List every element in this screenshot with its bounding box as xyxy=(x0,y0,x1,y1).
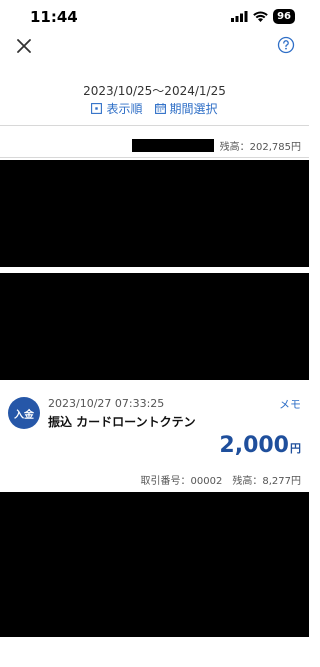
signal-icon xyxy=(231,11,248,22)
sort-order-label: 表示順 xyxy=(106,102,143,116)
period-select-button[interactable]: 期間選択 xyxy=(154,100,218,117)
transaction-meta: 取引番号：00002 残高：8,277円 xyxy=(141,472,301,487)
sort-order-button[interactable]: 表示順 xyxy=(91,100,143,117)
redacted-transaction xyxy=(0,273,309,380)
calendar-icon xyxy=(154,103,166,114)
redacted-account xyxy=(131,139,214,152)
amount-currency: 円 xyxy=(290,442,301,455)
filter-controls: 表示順 期間選択 xyxy=(0,100,309,117)
close-icon xyxy=(17,39,31,53)
status-icons: 96 xyxy=(231,9,295,24)
deposit-badge: 入金 xyxy=(8,397,40,429)
divider xyxy=(0,125,309,126)
transaction-amount: 2,000 円 xyxy=(219,433,301,458)
transaction-description: 振込 カードローントクテン xyxy=(48,415,196,429)
amount-value: 2,000 xyxy=(219,433,289,458)
help-icon xyxy=(277,36,295,54)
transaction-datetime: 2023/10/27 07:33:25 xyxy=(48,397,165,410)
wifi-icon xyxy=(253,11,268,22)
balance-label: 残高： xyxy=(219,142,250,153)
redacted-transaction xyxy=(0,492,309,637)
close-button[interactable] xyxy=(12,34,36,58)
period-select-label: 期間選択 xyxy=(169,102,218,116)
memo-link[interactable]: メモ xyxy=(279,396,301,412)
battery-indicator: 96 xyxy=(273,9,295,24)
status-time: 11:44 xyxy=(30,8,78,26)
redacted-transaction xyxy=(0,160,309,267)
transaction-number: 取引番号：00002 xyxy=(140,476,223,487)
transaction-balance: 残高：8,277円 xyxy=(232,472,301,487)
sort-icon xyxy=(91,103,103,114)
balance-summary: 残高： 202,785円 xyxy=(131,138,301,153)
balance-value: 202,785円 xyxy=(249,142,301,153)
transaction-balance-label: 残高： xyxy=(232,476,263,487)
help-button[interactable] xyxy=(277,36,297,56)
divider xyxy=(0,157,309,158)
transaction-balance-value: 8,277円 xyxy=(262,476,301,487)
period-range: 2023/10/25～2024/1/25 xyxy=(83,84,226,98)
